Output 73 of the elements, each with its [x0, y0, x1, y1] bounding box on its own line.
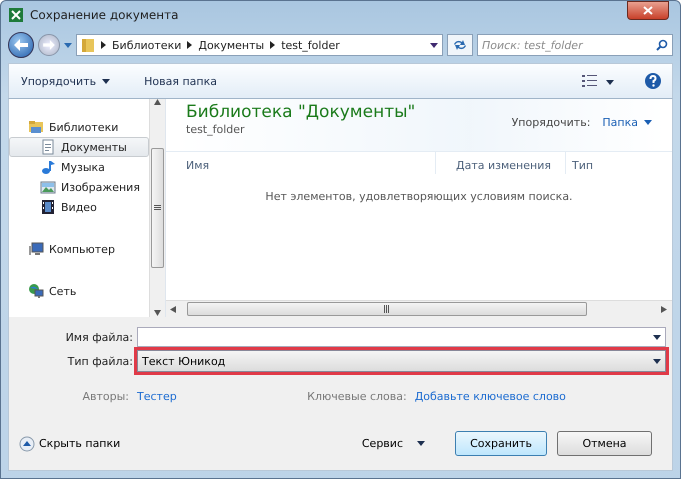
caret-icon [644, 120, 652, 125]
grip-icon [384, 305, 390, 313]
toolbar-button[interactable]: Новая папка [142, 72, 219, 90]
filename-field[interactable] [137, 327, 666, 347]
breadcrumb[interactable]: Библиотеки [112, 38, 182, 52]
window-title: Сохранение документа [30, 8, 180, 22]
scroll-right-icon[interactable] [661, 306, 668, 312]
close-icon [643, 6, 653, 15]
caret-icon [417, 441, 425, 446]
empty-message: Нет элементов, удовлетворяющих условиям поиска. [264, 190, 574, 205]
document-icon [40, 139, 56, 155]
column-header[interactable]: Имя [166, 152, 436, 174]
computer-icon [28, 241, 44, 257]
sidebar-item[interactable]: Сеть [9, 281, 149, 301]
library-subtitle: test_folder [186, 123, 246, 136]
caret-icon [653, 334, 661, 340]
forward-button[interactable] [38, 34, 60, 56]
caret-icon [653, 358, 661, 364]
chevron-icon [101, 41, 106, 49]
authors-label: Авторы: [81, 390, 130, 402]
sidebar-item[interactable]: Документы [9, 137, 149, 157]
scroll-left-icon[interactable] [170, 306, 177, 312]
sidebar-item[interactable]: Компьютер [9, 239, 149, 259]
caret-icon [430, 42, 438, 48]
forward-arrow-icon [43, 40, 55, 50]
help-icon[interactable] [644, 72, 662, 90]
vertical-scrollbar[interactable] [149, 99, 165, 317]
chevron-icon [270, 41, 276, 49]
back-button[interactable] [8, 32, 34, 58]
sidebar-item[interactable]: Видео [9, 197, 149, 217]
save-button[interactable]: Сохранить [455, 431, 547, 456]
breadcrumb[interactable]: Документы [198, 38, 264, 52]
column-header[interactable]: Тип [566, 152, 656, 174]
authors-link[interactable]: Тестер [137, 390, 177, 402]
keywords-label: Ключевые слова: [306, 390, 408, 402]
toolbar-button[interactable]: Упорядочить [19, 72, 112, 90]
breadcrumb[interactable]: test_folder [281, 38, 340, 52]
music-icon [40, 159, 56, 175]
search-field[interactable]: Поиск: test_folder [477, 34, 673, 56]
refresh-icon [453, 39, 467, 51]
caret-icon [102, 78, 110, 84]
library-icon [28, 119, 44, 135]
address-bar[interactable]: Библиотеки Документы test_folder [76, 34, 443, 56]
field-label: Имя файла: [64, 330, 134, 344]
column-header[interactable]: Дата изменения [436, 152, 566, 174]
sidebar-item[interactable]: Библиотеки [9, 117, 149, 137]
arrange-label: Упорядочить: [512, 116, 590, 129]
view-list-icon [582, 75, 598, 87]
collapse-icon [19, 436, 35, 452]
refresh-button[interactable] [447, 34, 473, 56]
grip-icon [154, 205, 161, 211]
filetype-dropdown[interactable]: Текст Юникод [137, 350, 666, 372]
hide-folders-button[interactable]: Скрыть папки [19, 436, 120, 452]
sidebar-item[interactable]: Изображения [9, 177, 149, 197]
keywords-link[interactable]: Добавьте ключевое слово [414, 390, 566, 402]
image-icon [40, 179, 56, 195]
spreadsheet-icon [8, 7, 24, 23]
library-title: Библиотека "Документы" [186, 102, 416, 122]
back-arrow-icon [14, 39, 28, 51]
tools-button[interactable]: Сервис [356, 436, 431, 451]
arrange-dropdown[interactable]: Папка [602, 116, 652, 129]
chevron-icon [187, 41, 192, 49]
close-button[interactable] [627, 1, 669, 20]
sidebar-item[interactable]: Музыка [9, 157, 149, 177]
search-icon [656, 39, 668, 51]
caret-icon [64, 42, 72, 48]
horizontal-scrollbar[interactable] [166, 300, 672, 317]
folder-icon [81, 37, 95, 53]
network-icon [28, 283, 44, 299]
field-label: Тип файла: [66, 354, 134, 368]
caret-icon [606, 80, 614, 84]
video-icon [40, 199, 56, 215]
cancel-button[interactable]: Отмена [557, 431, 652, 456]
